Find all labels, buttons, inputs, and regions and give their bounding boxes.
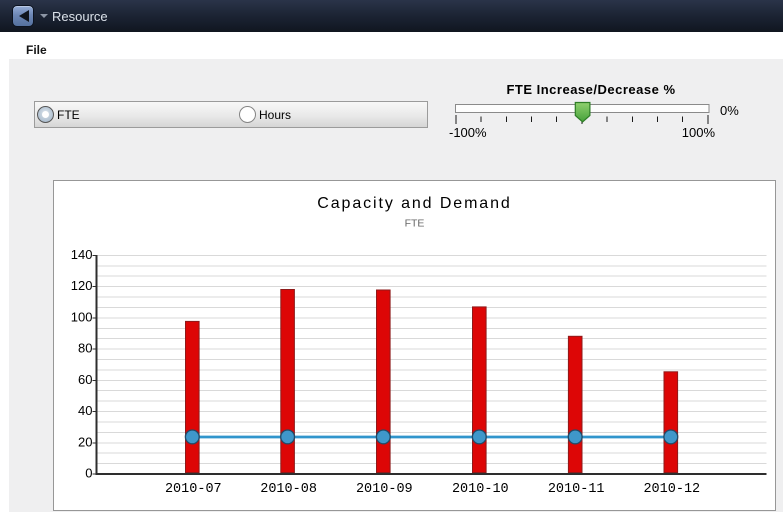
svg-text:FTE: FTE xyxy=(405,218,425,230)
svg-text:100: 100 xyxy=(71,310,93,325)
svg-text:2010-07: 2010-07 xyxy=(165,482,222,497)
svg-text:2010-12: 2010-12 xyxy=(643,482,700,497)
svg-text:20: 20 xyxy=(78,434,92,449)
svg-text:80: 80 xyxy=(78,341,92,356)
svg-text:2010-09: 2010-09 xyxy=(356,482,413,497)
svg-text:Capacity and Demand: Capacity and Demand xyxy=(317,195,511,212)
svg-text:120: 120 xyxy=(71,278,93,293)
svg-text:2010-11: 2010-11 xyxy=(548,482,605,497)
svg-text:60: 60 xyxy=(78,372,92,387)
svg-text:40: 40 xyxy=(78,403,92,418)
svg-text:2010-08: 2010-08 xyxy=(260,482,317,497)
svg-text:140: 140 xyxy=(71,247,93,262)
svg-text:0: 0 xyxy=(85,466,92,481)
svg-text:2010-10: 2010-10 xyxy=(452,482,509,497)
